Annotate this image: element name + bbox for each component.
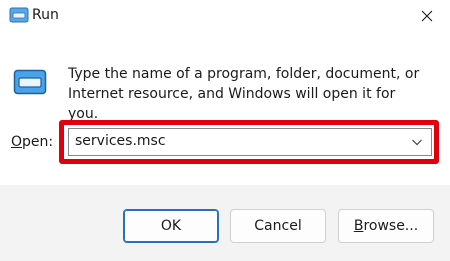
description-text: Type the name of a program, folder, docu… [68,66,420,122]
cancel-button[interactable]: Cancel [230,209,326,243]
run-program-icon [13,69,47,95]
ok-button[interactable]: OK [123,209,219,243]
input-highlight-box [59,120,439,164]
title-bar: Run [0,0,450,31]
browse-button[interactable]: Browse... [338,209,434,243]
close-button[interactable] [404,0,450,31]
open-label-accelerator: O [11,134,23,150]
close-icon [421,10,433,21]
open-label-text: pen: [22,134,54,150]
button-bar: OK Cancel Browse... [0,185,450,261]
browse-label: rowse... [363,218,419,234]
dialog-content: Type the name of a program, folder, docu… [0,31,450,185]
run-dialog-icon [9,7,29,23]
browse-accelerator: B [353,218,364,234]
open-label: Open: [11,134,53,150]
window-title: Run [32,7,59,23]
